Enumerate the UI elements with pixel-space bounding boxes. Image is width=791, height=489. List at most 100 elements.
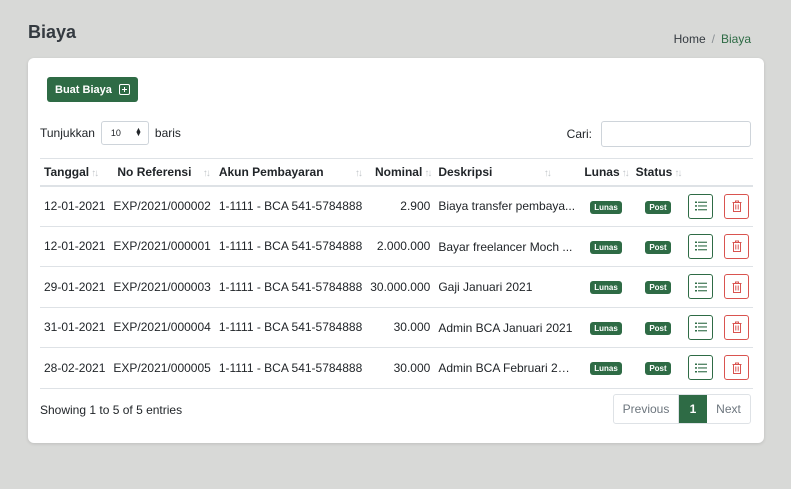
sort-icon: ↑↓ (354, 167, 363, 179)
header-lunas[interactable]: Lunas ↑↓ (580, 158, 632, 187)
breadcrumb-separator: / (711, 32, 715, 46)
detail-button[interactable] (688, 355, 714, 381)
cell-tanggal: 12-01-2021 (40, 226, 110, 267)
status-badge: Post (645, 200, 671, 214)
cell-deskripsi: Biaya transfer pembaya... (434, 185, 581, 227)
sort-icon: ↑↓ (674, 167, 682, 179)
lunas-badge: Lunas (590, 200, 622, 214)
expense-table: Tanggal ↑↓ No Referensi ↑↓ Akun Pembayara… (40, 158, 754, 389)
delete-button[interactable] (724, 233, 750, 259)
trash-icon (732, 240, 742, 253)
cell-lunas: Lunas (580, 185, 632, 227)
cell-akun: 1-1111 - BCA 541-5784888 (214, 226, 367, 267)
cell-actions (684, 226, 754, 267)
cell-status: Post (631, 266, 685, 308)
search-control: Cari: (567, 121, 751, 147)
header-tanggal[interactable]: Tanggal ↑↓ (40, 158, 110, 187)
cell-ref: EXP/2021/000002 (109, 185, 215, 227)
cell-lunas: Lunas (580, 266, 632, 308)
cell-status: Post (631, 307, 685, 348)
page-title: Biaya (28, 22, 77, 42)
cell-actions (684, 307, 754, 348)
delete-button[interactable] (724, 193, 750, 219)
delete-button[interactable] (724, 355, 750, 381)
trash-icon (732, 281, 742, 293)
detail-button[interactable] (688, 193, 714, 219)
cell-akun: 1-1111 - BCA 541-5784888 (214, 266, 367, 308)
cell-actions (684, 266, 754, 308)
sort-icon: ↑↓ (543, 167, 552, 179)
cell-ref: EXP/2021/000003 (109, 266, 215, 308)
status-badge: Post (645, 240, 671, 254)
detail-button[interactable] (688, 233, 714, 259)
list-icon (694, 322, 707, 332)
cell-lunas: Lunas (580, 307, 632, 348)
pagination: Previous 1 Next (613, 394, 751, 424)
description-text: Bayar freelancer Moch ... (438, 239, 573, 254)
cell-status: Post (631, 185, 685, 227)
header-deskripsi[interactable]: Deskripsi ↑↓ (434, 158, 581, 187)
cell-deskripsi: Admin BCA Februari 202... (434, 347, 581, 389)
table-row: 12-01-2021 EXP/2021/000001 1-1111 - BCA … (40, 226, 754, 267)
content-card: Buat Biaya Tunjukkan 10 ▲ ▼ baris Cari: T… (28, 58, 764, 443)
pagination-next[interactable]: Next (707, 395, 750, 423)
pagination-page-current[interactable]: 1 (679, 395, 707, 423)
sort-icon: ↑↓ (202, 167, 211, 179)
sort-icon: ↑↓ (621, 167, 630, 179)
plus-square-icon (118, 84, 130, 95)
page-length-value: 10 (110, 128, 121, 138)
create-expense-button[interactable]: Buat Biaya (47, 77, 138, 102)
header-status[interactable]: Status ↑↓ (631, 158, 685, 187)
breadcrumb-current: Biaya (720, 32, 751, 46)
search-input[interactable] (601, 121, 751, 147)
breadcrumb-home-link[interactable]: Home (674, 32, 706, 46)
cell-nominal: 2.900 (366, 185, 435, 227)
trash-icon (732, 200, 742, 212)
cell-nominal: 2.000.000 (366, 226, 435, 267)
create-expense-label: Buat Biaya (55, 83, 112, 96)
cell-deskripsi: Admin BCA Januari 2021 (434, 307, 581, 348)
list-icon (694, 201, 707, 211)
cell-tanggal: 29-01-2021 (40, 266, 110, 308)
lunas-badge: Lunas (590, 240, 622, 254)
table-row: 31-01-2021 EXP/2021/000004 1-1111 - BCA … (40, 307, 754, 348)
description-text: Biaya transfer pembaya... (438, 199, 576, 214)
cell-deskripsi: Bayar freelancer Moch ... (434, 226, 581, 267)
description-text: Gaji Januari 2021 (438, 280, 533, 295)
list-icon (694, 241, 707, 251)
page-length-prefix: Tunjukkan (40, 126, 95, 140)
description-text: Admin BCA Februari 202... (438, 361, 577, 376)
description-text: Admin BCA Januari 2021 (438, 320, 573, 335)
breadcrumb: Home / Biaya (674, 32, 751, 46)
detail-button[interactable] (688, 274, 714, 300)
header-no-referensi[interactable]: No Referensi ↑↓ (109, 158, 215, 187)
cell-nominal: 30.000 (366, 307, 435, 348)
table-row: 28-02-2021 EXP/2021/000005 1-1111 - BCA … (40, 347, 754, 389)
trash-icon (732, 321, 742, 334)
cell-tanggal: 31-01-2021 (40, 307, 110, 348)
detail-button[interactable] (688, 314, 714, 340)
cell-ref: EXP/2021/000001 (109, 226, 215, 267)
lunas-badge: Lunas (590, 362, 622, 376)
pagination-previous[interactable]: Previous (614, 395, 679, 423)
cell-actions (684, 185, 754, 227)
select-arrows-icon: ▲ ▼ (134, 127, 142, 138)
cell-tanggal: 28-02-2021 (40, 347, 110, 389)
delete-button[interactable] (724, 274, 750, 300)
page-length-suffix: baris (154, 126, 181, 140)
delete-button[interactable] (724, 314, 750, 340)
cell-status: Post (631, 347, 685, 389)
cell-tanggal: 12-01-2021 (40, 185, 110, 227)
table-info: Showing 1 to 5 of 5 entries (40, 403, 183, 417)
sort-asc-icon: ↑↓ (91, 167, 99, 179)
cell-ref: EXP/2021/000004 (109, 307, 215, 348)
cell-status: Post (631, 226, 685, 267)
status-badge: Post (645, 281, 671, 295)
status-badge: Post (645, 362, 671, 376)
header-nominal[interactable]: Nominal ↑↓ (366, 158, 435, 187)
lunas-badge: Lunas (590, 321, 622, 335)
table-row: 12-01-2021 EXP/2021/000002 1-1111 - BCA … (40, 185, 754, 227)
page-length-select[interactable]: 10 ▲ ▼ (100, 121, 149, 145)
search-label: Cari: (566, 127, 592, 141)
header-akun-pembayaran[interactable]: Akun Pembayaran ↑↓ (214, 158, 367, 187)
